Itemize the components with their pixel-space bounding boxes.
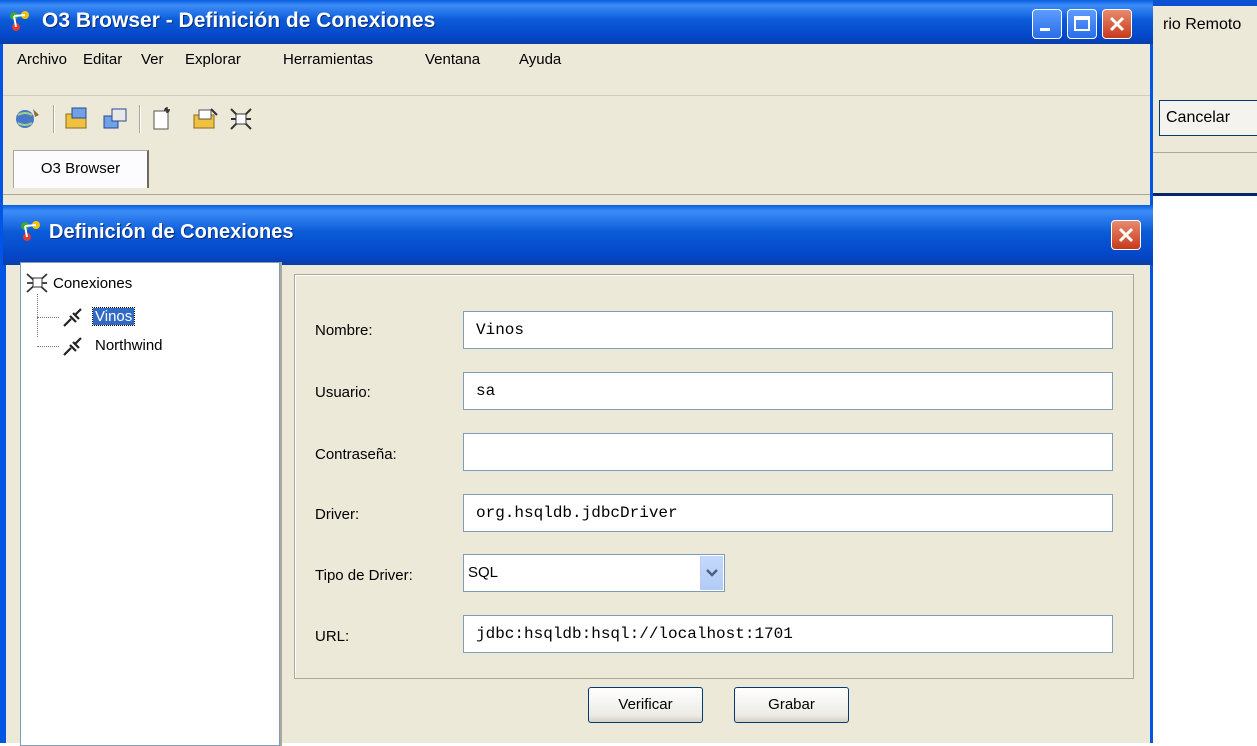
tree-root-label: Conexiones [53,275,133,292]
usuario-label: Usuario: [315,384,371,401]
contrasena-label: Contraseña: [315,446,397,463]
menu-ver[interactable]: Ver [141,51,164,68]
menu-explorar[interactable]: Explorar [185,51,241,68]
window-title: O3 Browser - Definición de Conexiones [42,9,436,32]
menu-archivo[interactable]: Archivo [17,51,67,68]
maximize-button[interactable] [1067,9,1097,39]
chevron-down-icon [706,569,718,577]
menubar: Archivo Editar Ver Explorar Herramientas… [3,45,1150,75]
new-document-icon[interactable] [149,105,177,133]
tree-connector [37,346,59,347]
plug-icon [63,337,82,356]
tipo-driver-select[interactable]: SQL [463,554,725,592]
background-window-label: rio Remoto [1163,16,1242,33]
toolbar [3,99,1150,147]
dialog-app-icon [21,221,40,241]
plug-icon [63,308,82,327]
toolbar-separator [139,105,141,133]
main-titlebar[interactable]: O3 Browser - Definición de Conexiones [0,0,1153,44]
connections-tree[interactable]: Conexiones Vinos Northwind [20,262,280,746]
minimize-icon [1040,28,1050,31]
toolbar-separator [53,105,55,133]
driver-field[interactable]: org.hsqldb.jdbcDriver [463,494,1113,532]
tabbar-divider [3,194,1150,195]
dialog-title: Definición de Conexiones [49,221,294,243]
connection-form-panel: Nombre: Vinos Usuario: sa Contraseña: Dr… [280,262,1150,746]
close-icon [1118,227,1134,243]
dropdown-button[interactable] [700,556,723,590]
tree-item-label: Vinos [91,307,136,326]
tree-item-label: Northwind [95,337,163,354]
background-separator [1153,152,1257,153]
toolbar-divider [3,95,1150,96]
verificar-button[interactable]: Verificar [588,687,703,723]
app-icon [10,11,29,31]
close-button[interactable] [1102,9,1132,39]
nombre-field[interactable]: Vinos [463,311,1113,349]
contrasena-field[interactable] [463,433,1113,471]
grabar-button[interactable]: Grabar [734,687,849,723]
url-field[interactable]: jdbc:hsqldb:hsql://localhost:1701 [463,615,1113,653]
tree-connector [37,294,38,337]
connections-dialog: Definición de Conexiones Conexiones Vino… [3,205,1153,746]
url-label: URL: [315,628,350,645]
connection-form: Nombre: Vinos Usuario: sa Contraseña: Dr… [294,274,1134,679]
globe-connect-icon[interactable] [13,105,41,133]
background-window: rio Remoto Cancelar [1150,0,1257,196]
close-icon [1109,16,1125,32]
nombre-label: Nombre: [315,322,373,339]
tree-connector [37,317,59,318]
tab-o3-browser[interactable]: O3 Browser [13,150,149,188]
connections-icon[interactable] [227,105,255,133]
tipo-driver-value: SQL [468,564,499,581]
usuario-field[interactable]: sa [463,372,1113,410]
tipo-driver-label: Tipo de Driver: [315,567,413,584]
minimize-button[interactable] [1032,9,1062,39]
driver-label: Driver: [315,506,360,523]
folder-open-icon[interactable] [63,105,91,133]
connections-icon [26,273,48,293]
background-cancel-button[interactable]: Cancelar [1159,100,1257,136]
folder-close-icon[interactable] [101,105,129,133]
menu-ventana[interactable]: Ventana [425,51,480,68]
background-window-titlebar [1150,0,1257,6]
tabbar: O3 Browser [3,147,1150,194]
menu-ayuda[interactable]: Ayuda [519,51,561,68]
dialog-titlebar[interactable]: Definición de Conexiones [3,205,1153,265]
menu-editar[interactable]: Editar [83,51,122,68]
menu-herramientas[interactable]: Herramientas [283,51,373,68]
dialog-close-button[interactable] [1111,220,1141,250]
edit-folder-icon[interactable] [191,105,219,133]
maximize-icon [1074,16,1090,31]
